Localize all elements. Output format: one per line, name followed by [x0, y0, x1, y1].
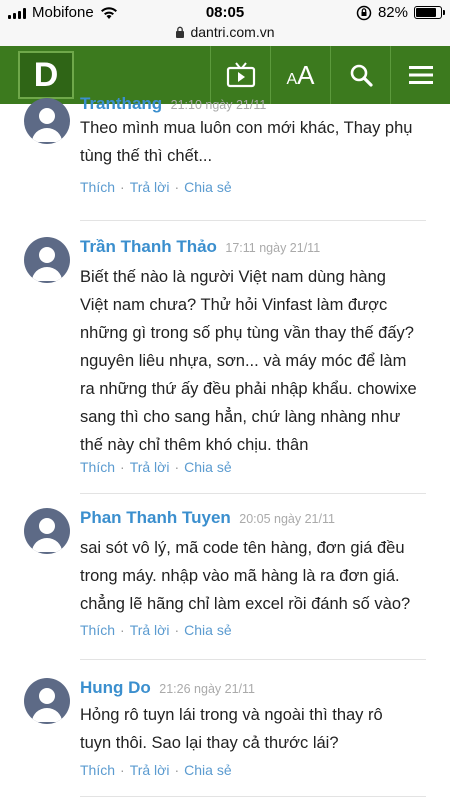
comment-time: 17:11 ngày 21/11 [225, 241, 321, 255]
comment-time: 20:05 ngày 21/11 [239, 512, 335, 526]
share-link[interactable]: Chia sẻ [184, 459, 231, 475]
comment-header: Tranthang 21:10 ngày 21/11 [80, 94, 266, 114]
search-icon [350, 64, 373, 87]
separator-dot: · [120, 459, 125, 475]
commenter-name[interactable]: Tranthang [80, 94, 162, 113]
comment-line: sai sót vô lý, mã code tên hàng, đơn giá… [80, 539, 405, 557]
avatar [24, 237, 70, 283]
comment-header: Trần Thanh Thảo 17:11 ngày 21/11 [80, 237, 320, 257]
comment-actions: Thích · Trả lời · Chia sẻ [80, 622, 232, 638]
rotation-lock-icon [356, 5, 372, 20]
commenter-name[interactable]: Phan Thanh Tuyen [80, 508, 231, 527]
comment-actions: Thích · Trả lời · Chia sẻ [80, 459, 232, 475]
comment-time: 21:10 ngày 21/11 [170, 98, 267, 112]
menu-button[interactable] [390, 46, 450, 104]
site-logo[interactable]: D [18, 51, 74, 99]
comment-line: Theo mình mua luôn con mới khác, Thay ph… [80, 119, 413, 137]
user-silhouette-icon [32, 247, 62, 281]
comment-text: sai sót vô lý, mã code tên hàng, đơn giá… [80, 534, 430, 618]
reply-link[interactable]: Trả lời [130, 762, 170, 778]
avatar [24, 678, 70, 724]
like-link[interactable]: Thích [80, 762, 115, 778]
share-link[interactable]: Chia sẻ [184, 179, 231, 195]
user-silhouette-icon [32, 518, 62, 552]
separator-dot: · [174, 179, 180, 195]
like-link[interactable]: Thích [80, 179, 115, 195]
comment-actions: Thích · Trả lời · Chia sẻ [80, 179, 232, 195]
font-size-icon: AA [286, 60, 314, 91]
user-silhouette-icon [32, 108, 62, 142]
search-button[interactable] [330, 46, 390, 104]
comment-line: Việt nam chưa? Thử hỏi Vinfast làm được [80, 296, 388, 314]
comment-header: Hung Do 21:26 ngày 21/11 [80, 678, 255, 698]
logo-text: D [33, 55, 59, 94]
divider [80, 659, 426, 660]
avatar [24, 98, 70, 144]
divider [80, 493, 426, 494]
commenter-name[interactable]: Hung Do [80, 678, 151, 697]
divider [80, 796, 426, 797]
separator-dot: · [174, 622, 180, 638]
like-link[interactable]: Thích [80, 459, 115, 475]
share-link[interactable]: Chia sẻ [184, 622, 231, 638]
avatar [24, 508, 70, 554]
comment-line: Hỏng rô tuyn lái trong và ngoài thì thay… [80, 706, 383, 724]
separator-dot: · [174, 762, 180, 778]
share-link[interactable]: Chia sẻ [184, 762, 231, 778]
commenter-name[interactable]: Trần Thanh Thảo [80, 237, 217, 256]
comment-text: Biết thế nào là người Việt nam dùng hàng… [80, 263, 430, 459]
separator-dot: · [120, 179, 125, 195]
comment-line: những gì trong số phụ tùng vần thay thế … [80, 324, 414, 342]
reply-link[interactable]: Trả lời [130, 179, 170, 195]
reply-link[interactable]: Trả lời [130, 622, 170, 638]
comment-line: thế này chỉ thêm khó chịu. thân [80, 436, 309, 454]
separator-dot: · [174, 459, 180, 475]
comment-line: nguyên liêu nhựa, sơn... và máy móc để l… [80, 352, 407, 370]
tv-icon [226, 62, 255, 88]
hamburger-icon [408, 66, 433, 84]
comment-line: trong máy. nhập vào mã hàng là ra đơn gi… [80, 567, 400, 585]
comment-text: Hỏng rô tuyn lái trong và ngoài thì thay… [80, 701, 430, 757]
status-right: 82% [356, 4, 445, 21]
battery-icon [414, 6, 445, 19]
url-text: dantri.com.vn [190, 24, 275, 40]
status-bar: Mobifone 08:05 82% dantri.com.vn [0, 0, 450, 46]
reply-link[interactable]: Trả lời [130, 459, 170, 475]
lock-icon [176, 26, 185, 38]
comment-line: tuyn thôi. Sao lại thay cả thước lái? [80, 734, 339, 752]
comment-line: tùng thế thì chết... [80, 147, 213, 165]
font-small-label: A [286, 70, 298, 88]
comment-line: Biết thế nào là người Việt nam dùng hàng [80, 268, 386, 286]
user-silhouette-icon [32, 688, 62, 722]
comment-line: ra những thứ ấy đều phải nhập khẩu. chow… [80, 380, 417, 398]
separator-dot: · [120, 762, 125, 778]
comment-actions: Thích · Trả lời · Chia sẻ [80, 762, 232, 778]
battery-percent: 82% [377, 4, 408, 21]
comment-line: chẳng lẽ hãng chỉ làm excel rồi đánh số … [80, 595, 411, 613]
url-bar[interactable]: dantri.com.vn [0, 24, 450, 40]
font-size-button[interactable]: AA [270, 46, 330, 104]
like-link[interactable]: Thích [80, 622, 115, 638]
comment-header: Phan Thanh Tuyen 20:05 ngày 21/11 [80, 508, 335, 528]
divider [80, 220, 426, 221]
comment-text: Theo mình mua luôn con mới khác, Thay ph… [80, 114, 430, 170]
font-big-label: A [297, 59, 315, 90]
battery-fill [416, 8, 436, 17]
comment-line: sang thì cho sang hẳn, chứ làng nhàng nh… [80, 408, 401, 426]
separator-dot: · [120, 622, 125, 638]
comment-time: 21:26 ngày 21/11 [159, 682, 255, 696]
